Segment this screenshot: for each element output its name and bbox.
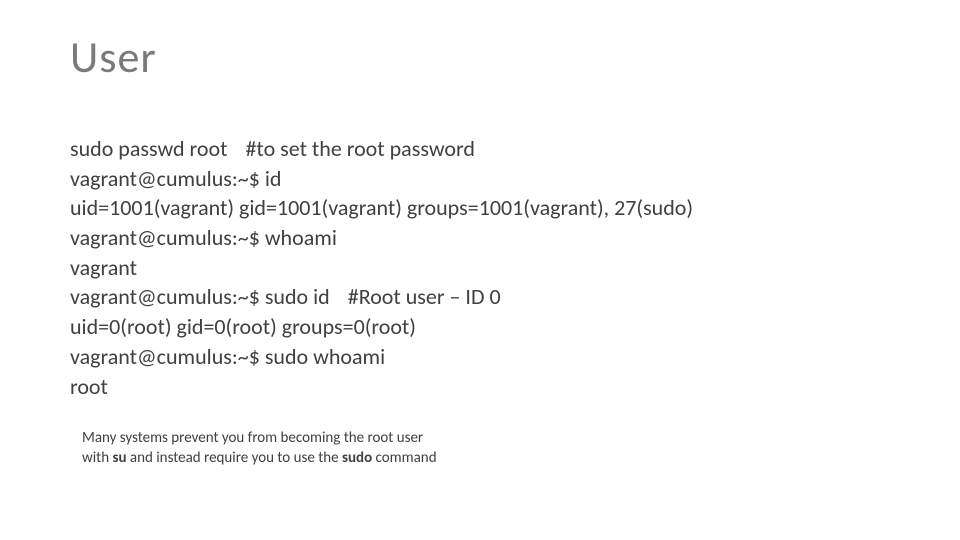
cmd-text: vagrant@cumulus:~$ sudo id — [70, 283, 330, 310]
footnote-line-2: with su and instead require you to use t… — [82, 449, 900, 469]
terminal-line-4: vagrant@cumulus:~$ whoami — [70, 223, 900, 253]
terminal-line-9: root — [70, 372, 900, 402]
terminal-line-1: sudo passwd root #to set the root passwor… — [70, 134, 900, 164]
terminal-output: sudo passwd root #to set the root passwor… — [70, 134, 900, 401]
terminal-line-7: uid=0(root) gid=0(root) groups=0(root) — [70, 312, 900, 342]
cmd-text: sudo passwd root — [70, 135, 227, 162]
footnote-text: and instead require you to use the — [127, 449, 342, 467]
terminal-line-6: vagrant@cumulus:~$ sudo id #Root user – I… — [70, 282, 900, 312]
footnote-text: with — [82, 449, 112, 467]
slide-title: User — [70, 30, 900, 84]
footnote-text: command — [372, 449, 436, 467]
comment-text: #Root user – ID 0 — [348, 283, 501, 310]
terminal-line-8: vagrant@cumulus:~$ sudo whoami — [70, 342, 900, 372]
terminal-line-3: uid=1001(vagrant) gid=1001(vagrant) grou… — [70, 193, 900, 223]
footnote-bold-su: su — [112, 449, 126, 467]
footnote: Many systems prevent you from becoming t… — [82, 429, 900, 468]
comment-text: #to set the root password — [245, 135, 474, 162]
footnote-bold-sudo: sudo — [342, 449, 372, 467]
terminal-line-2: vagrant@cumulus:~$ id — [70, 164, 900, 194]
terminal-line-5: vagrant — [70, 253, 900, 283]
footnote-line-1: Many systems prevent you from becoming t… — [82, 429, 900, 449]
